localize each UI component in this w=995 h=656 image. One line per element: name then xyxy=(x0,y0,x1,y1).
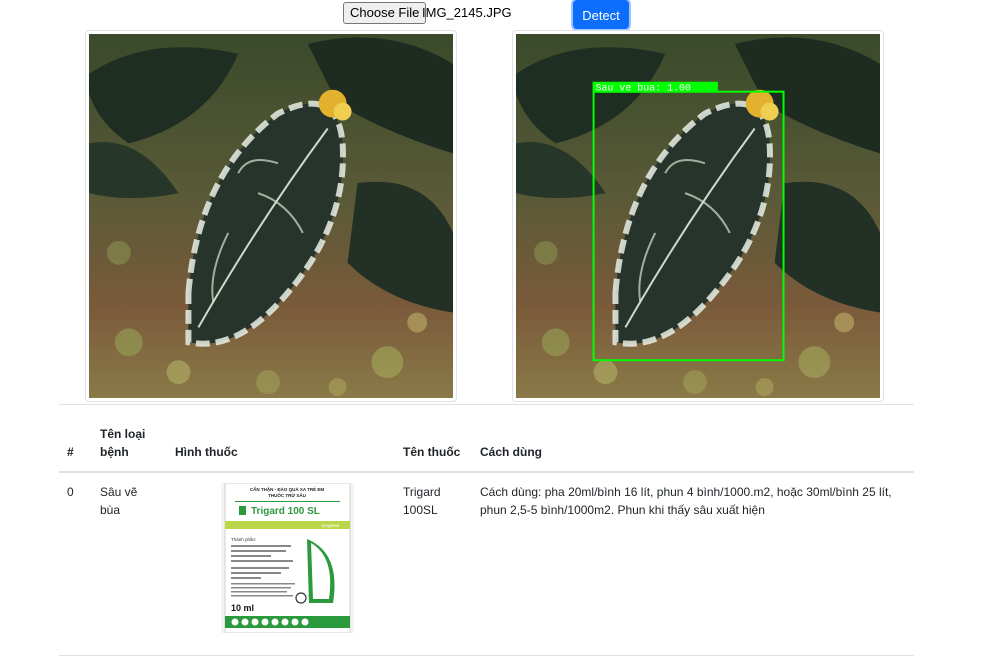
row-drug-name: Trigard 100SL xyxy=(395,472,472,656)
header-usage: Cách dùng xyxy=(472,404,914,473)
header-disease: Tên loại bệnh xyxy=(92,404,167,473)
detection-image-panel: Sau ve bua: 1.00 xyxy=(512,30,884,402)
drug-package-image: CẨN THẬN - ĐÀO QUÀ XA TRẺ EM THUỐC TRỪ S… xyxy=(221,483,354,633)
package-brand: Trigard 100 SL xyxy=(251,506,320,517)
header-drug-image: Hình thuốc xyxy=(167,404,395,473)
results-table: # Tên loại bệnh Hình thuốc Tên thuốc Các… xyxy=(59,404,914,656)
header-drug-name: Tên thuốc xyxy=(395,404,472,473)
selected-file-name: IMG_2145.JPG xyxy=(422,5,512,20)
original-leaf-image xyxy=(89,34,453,398)
table-row: 0 Sâu vẽ bùa CẨN THẬN - ĐÀO QUÀ XA TRẺ E… xyxy=(59,472,914,656)
row-index: 0 xyxy=(59,472,92,656)
package-ingredients-label: Thành phần: xyxy=(231,537,256,542)
table-header-row: # Tên loại bệnh Hình thuốc Tên thuốc Các… xyxy=(59,404,914,473)
package-category: THUỐC TRỪ SÂU xyxy=(268,492,306,498)
row-drug-image-cell: CẨN THẬN - ĐÀO QUÀ XA TRẺ EM THUỐC TRỪ S… xyxy=(167,472,395,656)
detect-button[interactable]: Detect xyxy=(573,0,629,29)
original-image-panel xyxy=(85,30,457,402)
choose-file-button[interactable]: Choose File xyxy=(343,2,427,24)
package-volume: 10 ml xyxy=(231,603,254,613)
detection-label: Sau ve bua: 1.00 xyxy=(596,83,691,94)
header-index: # xyxy=(59,404,92,473)
row-usage: Cách dùng: pha 20ml/bình 16 lít, phun 4 … xyxy=(472,472,914,656)
detection-leaf-image: Sau ve bua: 1.00 xyxy=(516,34,880,398)
row-disease: Sâu vẽ bùa xyxy=(92,472,167,656)
package-maker: syngenta xyxy=(321,523,340,528)
package-warning: CẨN THẬN - ĐÀO QUÀ XA TRẺ EM xyxy=(250,486,325,492)
